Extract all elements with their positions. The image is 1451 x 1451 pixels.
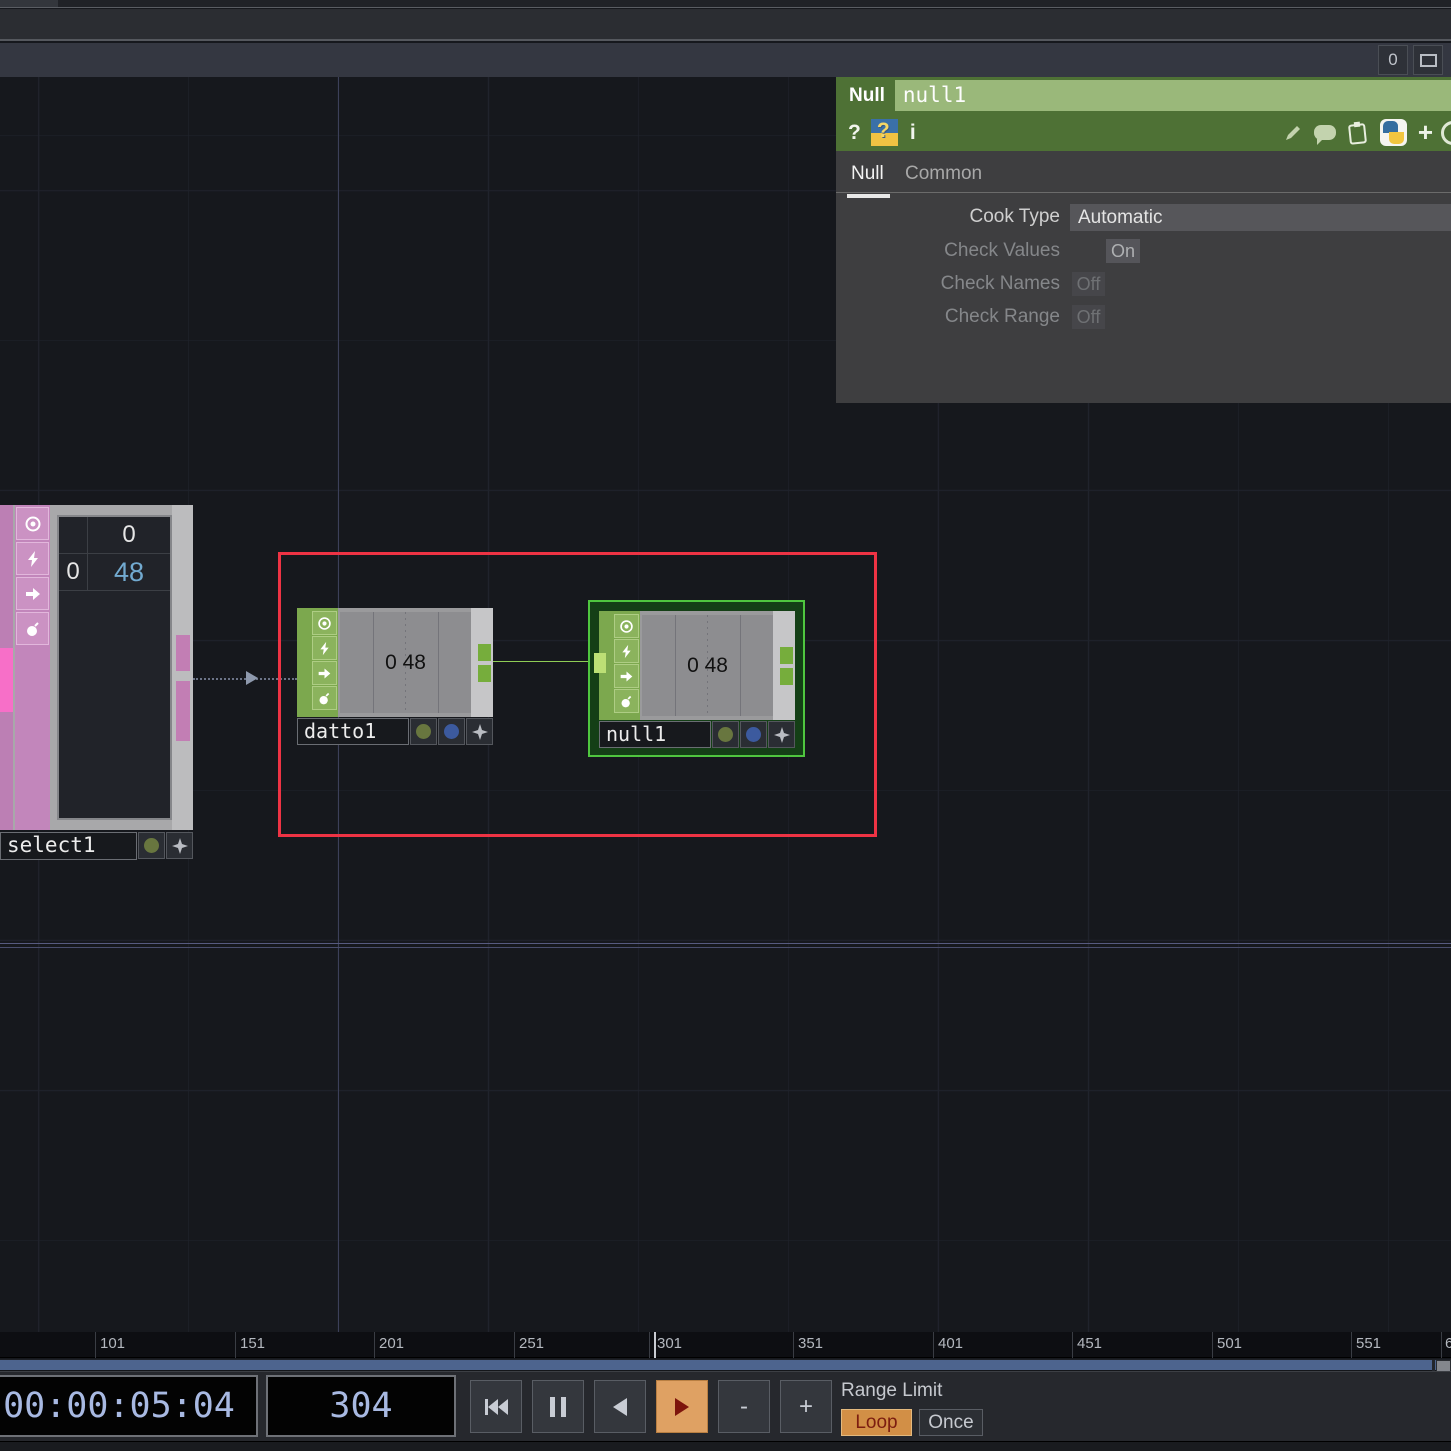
menu-bar xyxy=(0,9,1451,41)
param-label: Check Range xyxy=(836,306,1060,328)
table-cell: 0 xyxy=(59,554,88,590)
circle-icon[interactable] xyxy=(1441,121,1451,145)
clipboard-icon[interactable] xyxy=(1347,121,1369,145)
python-icon[interactable] xyxy=(1380,119,1407,146)
select1-output-strip xyxy=(172,505,193,830)
help-icon[interactable]: ? xyxy=(848,121,861,145)
select1-input-connector[interactable] xyxy=(0,648,13,712)
table-cell: 0 xyxy=(88,517,170,553)
lock-icon[interactable] xyxy=(16,612,49,645)
check-range-toggle[interactable]: Off xyxy=(1072,305,1105,329)
comment-add-button[interactable] xyxy=(166,832,193,859)
play-icon xyxy=(675,1398,689,1416)
ruler-tick: 101 xyxy=(100,1335,125,1352)
grid-major-horizontal xyxy=(0,943,1451,944)
node-select1[interactable]: 0 0 48 select1 xyxy=(0,505,193,860)
ruler-tick: 151 xyxy=(240,1335,265,1352)
tab-common[interactable]: Common xyxy=(905,163,982,185)
step-back-button[interactable] xyxy=(594,1380,646,1433)
frame-decrement-button[interactable]: - xyxy=(718,1380,770,1433)
select1-output-connector-2[interactable] xyxy=(176,681,190,741)
timecode-display[interactable]: 00:00:05:04 xyxy=(0,1375,258,1437)
table-row: 0 xyxy=(59,517,170,554)
info-icon[interactable]: i xyxy=(910,121,916,145)
table-row: 0 48 xyxy=(59,554,170,591)
frame-increment-button[interactable]: + xyxy=(780,1380,832,1433)
param-row-check-range: Check Range Off xyxy=(836,304,1451,330)
select1-table-viewer[interactable]: 0 0 48 xyxy=(57,515,172,820)
operator-name-field[interactable]: null1 xyxy=(895,80,1451,111)
playhead[interactable] xyxy=(654,1332,656,1358)
bypass-icon[interactable] xyxy=(16,542,49,575)
select1-flag-column xyxy=(15,505,50,830)
maximize-pane-button[interactable] xyxy=(1413,45,1443,75)
touchdesigner-window: 0 xyxy=(0,0,1451,1451)
once-button[interactable]: Once xyxy=(919,1409,983,1436)
window-icon xyxy=(1420,54,1437,67)
play-button[interactable] xyxy=(656,1380,708,1433)
grid-major-horizontal-2 xyxy=(0,947,1451,948)
context-help-icon[interactable]: ? xyxy=(871,119,898,146)
loop-button[interactable]: Loop xyxy=(841,1409,912,1436)
viewer-icon[interactable] xyxy=(16,507,49,540)
node-name-field[interactable]: select1 xyxy=(0,832,137,860)
ruler-tick: 451 xyxy=(1077,1335,1102,1352)
comment-icon[interactable] xyxy=(1314,125,1336,140)
child-count-button[interactable]: 0 xyxy=(1378,45,1408,75)
select1-output-connector[interactable] xyxy=(176,635,190,671)
tab-null[interactable]: Null xyxy=(851,163,884,185)
step-back-icon xyxy=(613,1398,627,1416)
parameter-dialog: Null null1 ? ? i + xyxy=(836,77,1451,403)
ruler-tick: 401 xyxy=(938,1335,963,1352)
child-count-label: 0 xyxy=(1388,50,1397,70)
rewind-start-icon xyxy=(483,1396,509,1418)
param-label: Check Names xyxy=(836,273,1060,295)
select1-left-edge xyxy=(0,505,13,830)
param-row-check-names: Check Names Off xyxy=(836,271,1451,297)
range-bar[interactable] xyxy=(0,1359,1451,1371)
param-row-check-values: Check Values On xyxy=(836,238,1451,264)
param-label: Cook Type xyxy=(836,206,1060,228)
ruler-tick: 501 xyxy=(1217,1335,1242,1352)
ruler-tick: 251 xyxy=(519,1335,544,1352)
ruler-tick: 201 xyxy=(379,1335,404,1352)
ruler-tick: 6 xyxy=(1445,1335,1451,1352)
param-row-cook-type: Cook Type Automatic xyxy=(836,204,1451,230)
check-names-toggle[interactable]: Off xyxy=(1072,272,1105,296)
timeline-ruler[interactable]: 101 151 201 251 301 351 401 451 501 551 … xyxy=(0,1332,1451,1358)
top-tab[interactable] xyxy=(0,0,58,7)
ruler-tick: 551 xyxy=(1356,1335,1381,1352)
ruler-tick: 351 xyxy=(798,1335,823,1352)
range-limit-label: Range Limit xyxy=(841,1380,942,1402)
olive-dot-icon xyxy=(144,838,159,853)
star-icon xyxy=(171,837,189,855)
wire-arrow-icon xyxy=(246,671,258,685)
selection-marquee xyxy=(278,552,877,837)
pane-toolbar: 0 xyxy=(0,43,1451,77)
pause-button[interactable] xyxy=(532,1380,584,1433)
pencil-icon[interactable] xyxy=(1283,123,1303,143)
cook-type-dropdown[interactable]: Automatic xyxy=(1070,204,1451,231)
operator-type-label: Null xyxy=(836,85,895,107)
table-cell xyxy=(59,517,88,553)
frame-display[interactable]: 304 xyxy=(266,1375,456,1437)
pause-icon xyxy=(547,1397,569,1417)
null1-input-connector[interactable] xyxy=(594,653,606,673)
check-values-toggle[interactable]: On xyxy=(1106,239,1140,263)
transport-bar: 00:00:05:04 304 - + Range Limit Loop Onc… xyxy=(0,1371,1451,1441)
ruler-tick: 301 xyxy=(657,1335,682,1352)
rewind-start-button[interactable] xyxy=(470,1380,522,1433)
top-strip xyxy=(0,0,1451,8)
param-label: Check Values xyxy=(836,240,1060,262)
export-icon[interactable] xyxy=(16,577,49,610)
table-cell: 48 xyxy=(88,554,170,590)
viewer-toggle-button[interactable] xyxy=(138,832,165,859)
add-icon[interactable]: + xyxy=(1418,117,1433,148)
bottom-strip xyxy=(0,1441,1451,1451)
